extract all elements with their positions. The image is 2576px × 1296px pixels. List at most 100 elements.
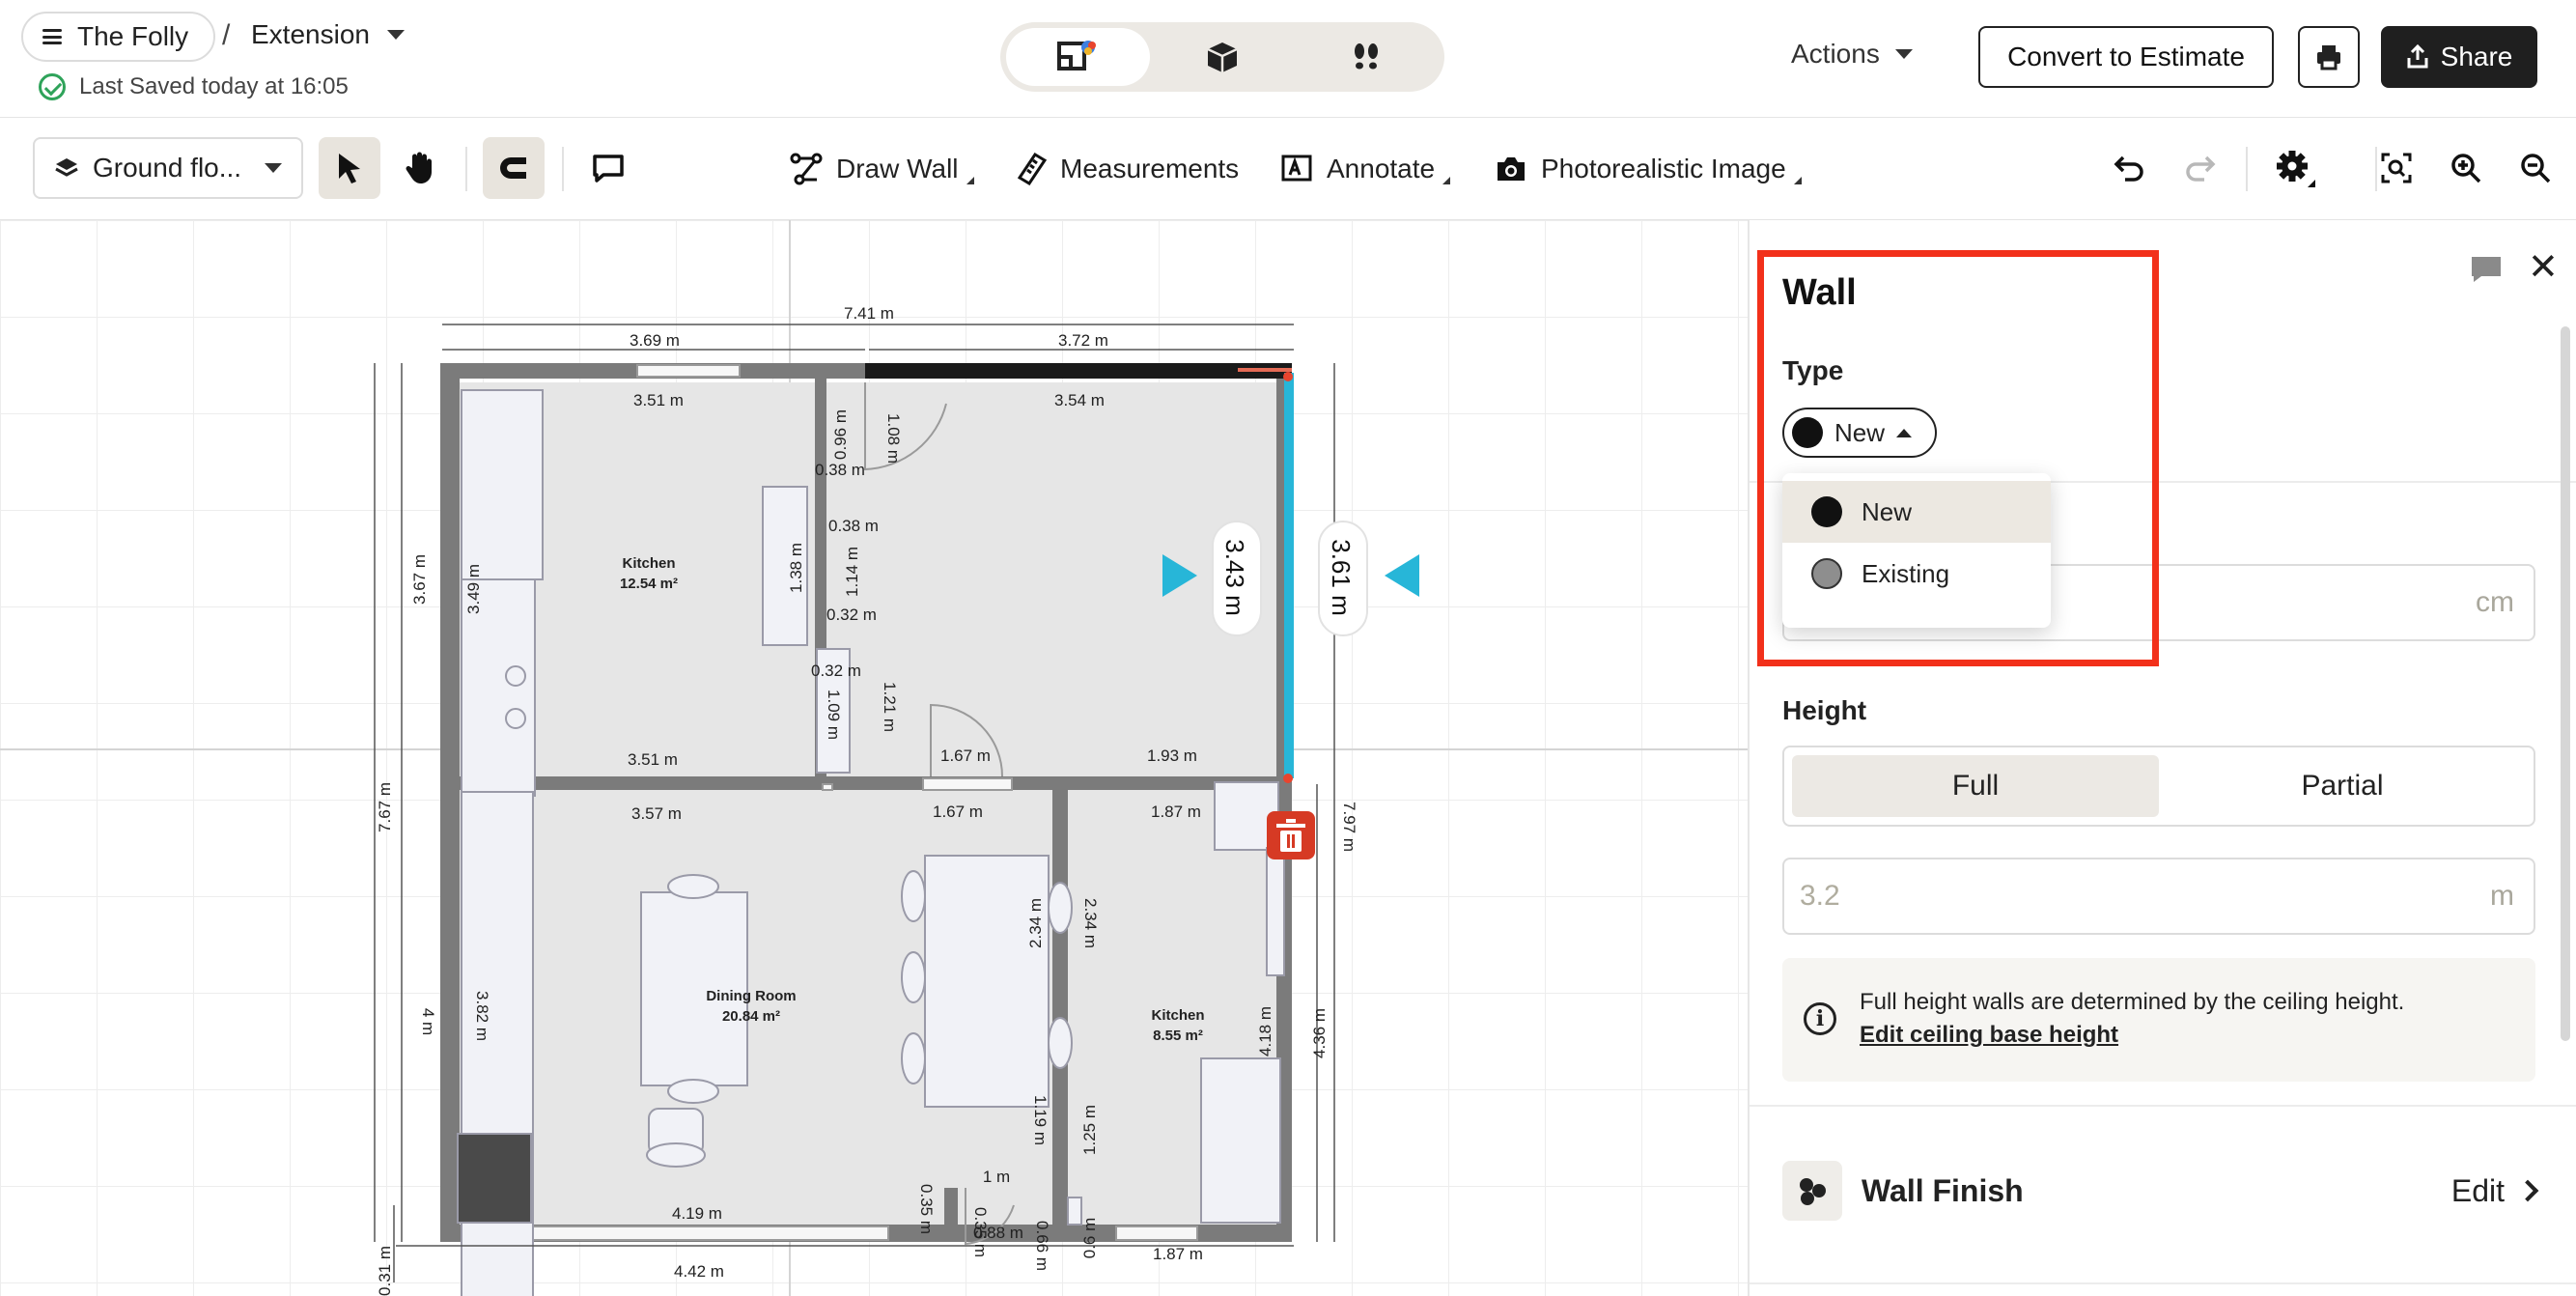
close-panel-button[interactable]: ✕ — [2528, 249, 2559, 286]
redo-button[interactable] — [2172, 141, 2226, 195]
paint-blobs-icon — [1800, 1178, 1826, 1205]
select-tool-button[interactable] — [319, 137, 380, 199]
pan-tool-button[interactable] — [388, 137, 450, 199]
dim-label: 0.66 m — [1033, 1221, 1051, 1271]
close-icon: ✕ — [2528, 247, 2559, 288]
printer-icon — [2317, 45, 2340, 70]
dim-label: 1.19 m — [1031, 1095, 1050, 1145]
comment-tool-button[interactable] — [577, 137, 639, 199]
dim-label: 4.19 m — [672, 1204, 722, 1223]
zoom-out-button[interactable] — [2508, 141, 2562, 195]
dim-label: 0.38 m — [815, 461, 865, 479]
project-menu-button[interactable]: The Folly — [21, 12, 216, 62]
dim-label: 4.18 m — [1256, 1006, 1274, 1057]
draw-wall-tool[interactable]: Draw Wall — [790, 147, 974, 191]
undo-button[interactable] — [2103, 141, 2157, 195]
camera-icon — [1498, 157, 1525, 181]
project-name: The Folly — [77, 21, 189, 51]
height-partial-option[interactable]: Partial — [2159, 755, 2526, 817]
share-button[interactable]: Share — [2381, 26, 2537, 88]
dim-label: 3.69 m — [630, 331, 680, 350]
dim-label: 1.67 m — [933, 803, 983, 821]
comment-icon — [593, 155, 624, 183]
panel-title: Wall — [1782, 272, 1857, 313]
wall-type-option-existing[interactable]: Existing — [1782, 543, 2051, 605]
wall-height-input[interactable]: 3.2 m — [1782, 858, 2535, 935]
wall-type-option-new[interactable]: New — [1782, 481, 2051, 543]
room-area: 12.54 m² — [620, 576, 678, 592]
dim-label: 1.09 m — [825, 690, 843, 740]
dim-label: 7.97 m — [1340, 802, 1358, 852]
dim-label: 1.14 m — [843, 547, 861, 597]
actions-label: Actions — [1791, 39, 1880, 69]
new-wall-swatch — [1792, 417, 1823, 448]
panel-scrollbar[interactable] — [2561, 326, 2570, 1041]
settings-button[interactable] — [2269, 141, 2323, 195]
new-wall-segment[interactable] — [865, 363, 1292, 379]
view-3d-button[interactable] — [1150, 28, 1294, 86]
top-bar: The Folly / Extension Last Saved today a… — [0, 0, 2576, 118]
view-2d-button[interactable] — [1006, 28, 1151, 86]
dim-label: 3.49 m — [464, 564, 483, 614]
dim-label: 3.51 m — [633, 391, 684, 409]
wall-endpoint-marker — [1238, 368, 1292, 372]
section-divider — [1750, 1105, 2576, 1107]
measurements-tool[interactable]: Measurements — [1018, 147, 1239, 191]
actions-dropdown[interactable]: Actions — [1791, 39, 1913, 70]
convert-to-estimate-button[interactable]: Convert to Estimate — [1978, 26, 2274, 88]
height-mode-toggle: Full Partial — [1782, 746, 2535, 827]
wall-type-dropdown[interactable]: New — [1782, 408, 1938, 458]
floor-plan-drawing[interactable]: 7.41 m 3.69 m 3.72 m 3.51 m 3.54 m 0.38 … — [0, 220, 1748, 1296]
ruler-icon — [1018, 153, 1047, 185]
view-mode-switch — [1000, 22, 1444, 92]
comment-bubble-icon — [2472, 257, 2501, 282]
option-label: New — [1862, 496, 1913, 526]
page-name: Extension — [251, 19, 370, 49]
menu-icon — [42, 29, 62, 44]
page-selector[interactable]: Extension — [251, 19, 405, 50]
dim-label: 2.34 m — [1026, 898, 1045, 948]
comment-button[interactable] — [2470, 255, 2503, 289]
dim-label: 1.87 m — [1153, 1245, 1203, 1263]
chevron-down-icon — [386, 30, 405, 40]
floor-selector[interactable]: Ground flo... — [33, 137, 303, 199]
annotate-tool[interactable]: Annotate — [1280, 147, 1451, 191]
measurements-label: Measurements — [1060, 154, 1240, 183]
annotate-icon — [1281, 155, 1312, 182]
dim-label: 1.08 m — [884, 413, 903, 464]
edit-ceiling-height-link[interactable]: Edit ceiling base height — [1860, 1022, 2118, 1049]
dim-label: 3.67 m — [410, 554, 429, 605]
dim-label: 4.42 m — [674, 1262, 724, 1281]
wall-finish-row[interactable]: Wall Finish Edit — [1782, 1159, 2539, 1223]
dim-label: 1.67 m — [940, 747, 991, 765]
toolbar-divider — [562, 147, 564, 191]
delete-wall-button[interactable] — [1267, 811, 1315, 859]
zoom-to-fit-button[interactable] — [2369, 141, 2423, 195]
selected-wall[interactable] — [1284, 373, 1294, 778]
toolbar-divider — [465, 147, 467, 191]
print-button[interactable] — [2298, 26, 2360, 88]
chevron-right-icon — [2516, 1179, 2539, 1202]
view-walkthrough-button[interactable] — [1295, 28, 1439, 86]
editor-toolbar: Ground flo... Draw Wall Measurements Ann… — [0, 118, 2576, 220]
undo-icon — [2114, 155, 2143, 182]
draw-wall-label: Draw Wall — [836, 154, 959, 183]
zoom-out-icon — [2521, 154, 2551, 183]
photorealistic-image-tool[interactable]: Photorealistic Image — [1495, 147, 1802, 191]
wall-endpoint-handle[interactable] — [1283, 372, 1293, 381]
snap-magnet-button[interactable] — [483, 137, 545, 199]
dim-label: 7.41 m — [844, 304, 894, 323]
wall-endpoint-handle[interactable] — [1283, 774, 1293, 783]
photorealistic-label: Photorealistic Image — [1541, 154, 1786, 183]
floor-plan-canvas[interactable]: 7.41 m 3.69 m 3.72 m 3.51 m 3.54 m 0.38 … — [0, 220, 1748, 1296]
chevron-down-icon — [265, 163, 282, 173]
magnet-icon — [500, 157, 526, 179]
wall-finish-edit-button[interactable]: Edit — [2451, 1173, 2539, 1209]
dim-label: 4 m — [419, 1008, 437, 1035]
height-unit: m — [2490, 880, 2514, 912]
zoom-in-button[interactable] — [2439, 141, 2493, 195]
height-full-option[interactable]: Full — [1792, 755, 2159, 817]
dim-label: 3.82 m — [473, 991, 491, 1041]
info-icon: i — [1804, 1002, 1836, 1035]
dim-label: 7.67 m — [376, 782, 394, 832]
